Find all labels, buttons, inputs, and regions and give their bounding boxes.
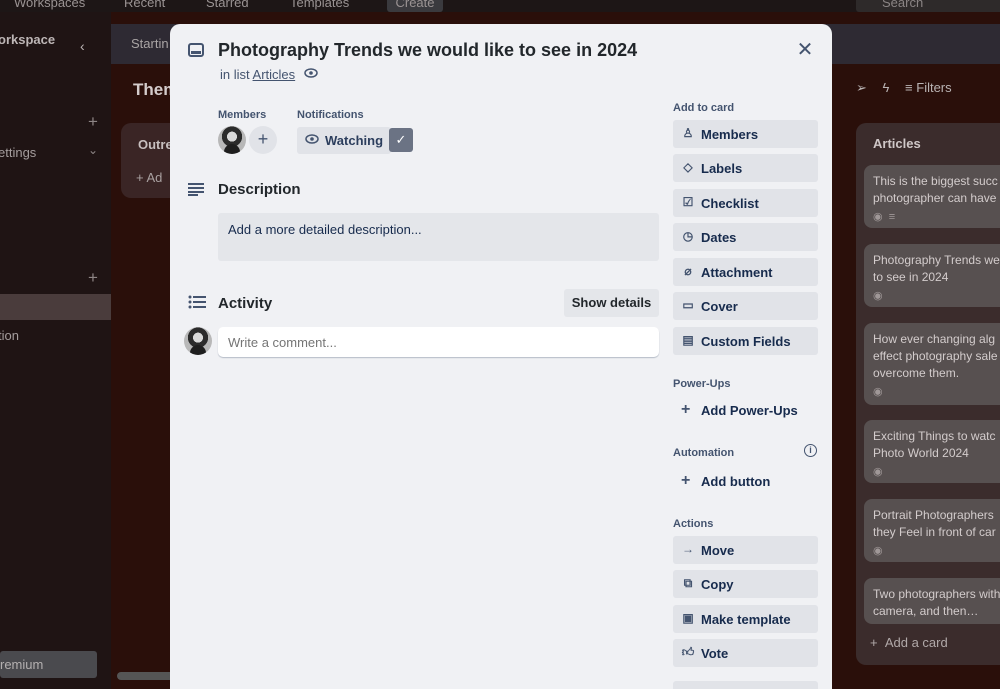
add-to-card-label: Add to card	[673, 102, 735, 114]
notifications-label: Notifications	[297, 109, 364, 121]
eye-icon: ◉	[873, 545, 883, 557]
workspace-sidebar: orkspace ‹ + ettings ⌄ + tion remium	[0, 12, 111, 689]
board-tab[interactable]: Startin	[131, 36, 169, 51]
members-label: Members	[218, 109, 267, 121]
checklist-icon: ☑	[682, 195, 694, 209]
checklist-button[interactable]: ☑ Checklist	[673, 189, 818, 217]
custom-fields-button[interactable]: ▤ Custom Fields	[673, 327, 818, 355]
labels-button[interactable]: ◇ Labels	[673, 154, 818, 182]
eye-icon: ◉	[873, 290, 883, 302]
list-card[interactable]: Exciting Things to watc Photo World 2024…	[864, 420, 1000, 483]
card-detail-modal: Photography Trends we would like to see …	[170, 24, 832, 689]
eye-icon	[305, 134, 319, 144]
top-navigation: Workspaces Recent Starred Templates Crea…	[0, 0, 1000, 12]
watching-label: Watching	[325, 133, 384, 148]
card-icon	[188, 43, 204, 57]
powerups-label: Power-Ups	[673, 378, 731, 390]
copy-button[interactable]: ⧉ Copy	[673, 570, 818, 598]
board-toolbar: ➢ ϟ ≡ Filters	[856, 80, 976, 96]
info-icon[interactable]: i	[804, 444, 817, 457]
list-card[interactable]: Two photographers with camera, and then…	[864, 578, 1000, 624]
add-powerups-button[interactable]: + Add Power-Ups	[673, 396, 818, 424]
list-articles: Articles This is the biggest succ photog…	[856, 123, 1000, 665]
list-title[interactable]: Outre	[138, 137, 173, 152]
more-action-button[interactable]	[673, 681, 818, 689]
avatar[interactable]	[218, 126, 246, 154]
nav-workspaces[interactable]: Workspaces	[14, 0, 85, 10]
comment-input[interactable]	[218, 327, 659, 357]
arrow-right-icon: →	[682, 542, 694, 556]
person-icon: ♙	[682, 126, 694, 140]
actions-label: Actions	[673, 518, 714, 530]
lightning-icon[interactable]: ϟ	[883, 80, 890, 95]
add-card-button[interactable]: + Add a card	[870, 635, 948, 650]
check-icon[interactable]: ✓	[389, 128, 413, 152]
template-icon: ▣	[682, 611, 694, 625]
vote-button[interactable]: 👍︎ Vote	[673, 639, 818, 667]
automation-label: Automation	[673, 447, 735, 459]
plus-icon: +	[681, 401, 691, 418]
members-button[interactable]: ♙ Members	[673, 120, 818, 148]
nav-templates[interactable]: Templates	[290, 0, 349, 10]
copy-icon: ⧉	[683, 576, 693, 590]
avatar	[184, 327, 212, 355]
card-badges-icon: ◉ ≡	[873, 211, 896, 223]
watch-button[interactable]: Watching	[297, 127, 391, 154]
close-icon[interactable]: ✕	[794, 40, 816, 62]
workspace-name: orkspace	[0, 32, 56, 47]
list-title[interactable]: Articles	[873, 136, 921, 151]
description-icon	[188, 183, 204, 196]
send-icon[interactable]: ➢	[856, 80, 867, 95]
add-board-icon[interactable]: +	[88, 112, 98, 132]
move-button[interactable]: → Move	[673, 536, 818, 564]
thumbs-up-icon: 👍︎	[681, 645, 695, 659]
sidebar-item-active-board[interactable]	[0, 294, 111, 320]
nav-starred[interactable]: Starred	[206, 0, 249, 10]
show-details-button[interactable]: Show details	[564, 289, 659, 317]
card-title[interactable]: Photography Trends we would like to see …	[218, 40, 637, 61]
card-list-location: in list Articles	[220, 67, 296, 82]
tag-icon: ◇	[683, 160, 693, 174]
eye-icon: ◉	[873, 386, 883, 398]
list-card[interactable]: This is the biggest succ photographer ca…	[864, 165, 1000, 228]
add-card-button[interactable]: + Ad	[136, 170, 162, 185]
eye-icon	[304, 68, 318, 78]
list-card[interactable]: How ever changing alg effect photography…	[864, 323, 1000, 405]
activity-title: Activity	[218, 295, 273, 312]
collapse-sidebar-icon[interactable]: ‹	[80, 38, 85, 54]
create-button[interactable]: Create	[387, 0, 443, 12]
dates-button[interactable]: ◷ Dates	[673, 223, 818, 251]
clock-icon: ◷	[682, 229, 694, 243]
filters-button[interactable]: ≡ Filters	[905, 80, 964, 95]
add-member-button[interactable]: +	[249, 126, 277, 154]
list-card[interactable]: Photography Trends we to see in 2024 ◉	[864, 244, 1000, 307]
sidebar-item[interactable]: tion	[0, 328, 19, 343]
premium-button[interactable]: remium	[0, 651, 97, 678]
cover-button[interactable]: ▭ Cover	[673, 292, 818, 320]
description-editor[interactable]: Add a more detailed description...	[218, 213, 659, 261]
paperclip-icon: ⌀	[684, 264, 692, 278]
search-input[interactable]: Search	[856, 0, 1000, 12]
list-card[interactable]: Portrait Photographers they Feel in fron…	[864, 499, 1000, 562]
list-link[interactable]: Articles	[253, 67, 296, 82]
make-template-button[interactable]: ▣ Make template	[673, 605, 818, 633]
sidebar-item-settings[interactable]: ettings	[0, 145, 36, 160]
eye-icon: ◉	[873, 466, 883, 478]
description-title: Description	[218, 181, 301, 198]
plus-icon: +	[681, 472, 691, 489]
add-button-button[interactable]: + Add button	[673, 467, 818, 495]
nav-recent[interactable]: Recent	[124, 0, 165, 10]
board-scrollbar[interactable]	[117, 672, 177, 680]
cover-icon: ▭	[682, 298, 694, 312]
activity-icon	[188, 295, 206, 309]
chevron-down-icon[interactable]: ⌄	[88, 143, 98, 157]
fields-icon: ▤	[682, 333, 694, 347]
attachment-button[interactable]: ⌀ Attachment	[673, 258, 818, 286]
add-view-icon[interactable]: +	[88, 268, 98, 288]
